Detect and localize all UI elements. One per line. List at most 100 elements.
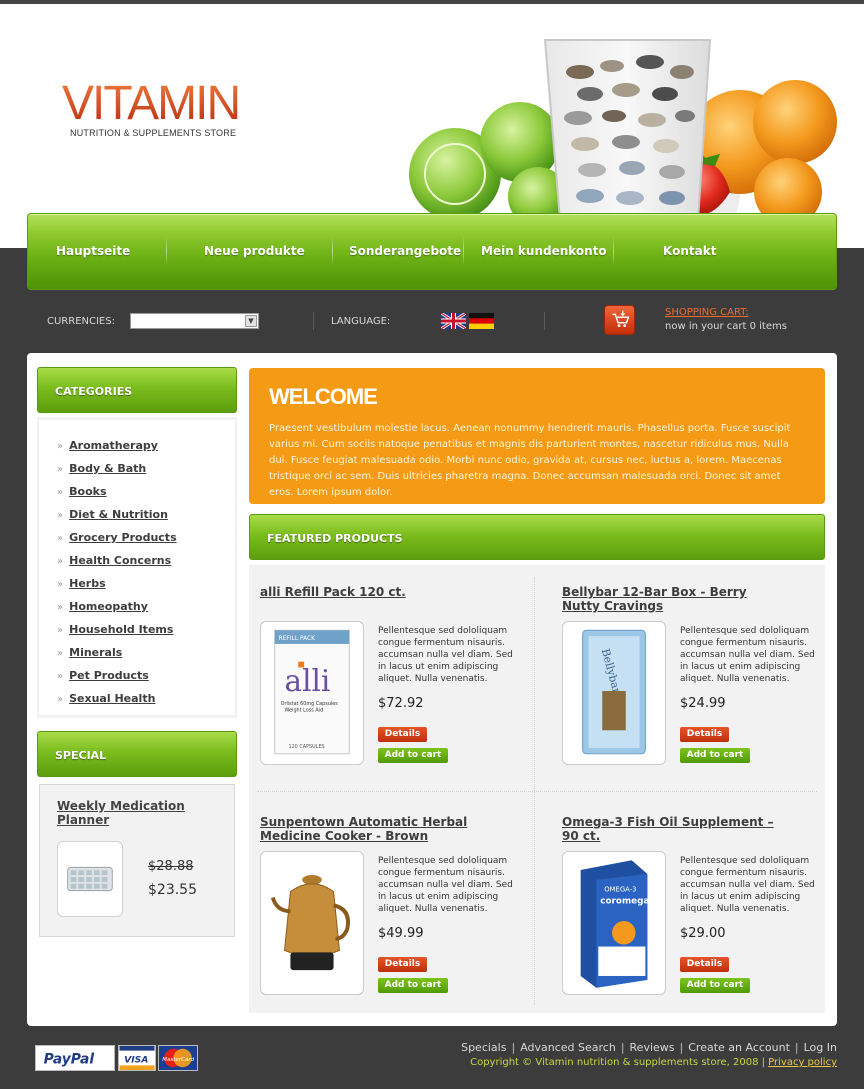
shopping-cart-button[interactable] <box>604 305 635 335</box>
main-navigation: Hauptseite Neue produkte Sonderangebote … <box>27 213 837 290</box>
product-price: $72.92 <box>378 696 424 711</box>
footer-separator: | <box>620 1041 625 1054</box>
logo-title: VITAMIN <box>62 77 241 130</box>
footer-link-reviews[interactable]: Reviews <box>630 1041 675 1054</box>
logo[interactable]: VITAMIN NUTRITION & SUPPLEMENTS STORE <box>62 77 241 139</box>
omega3-top-label: OMEGA-3 <box>604 886 636 894</box>
product-title[interactable]: Omega-3 Fish Oil Supplement – 90 ct. <box>562 815 782 843</box>
category-link-diet-nutrition[interactable]: Diet & Nutrition <box>69 508 168 521</box>
special-product-link[interactable]: Weekly Medication Planner <box>57 799 207 827</box>
nav-item-sonderangebote[interactable]: Sonderangebote <box>349 244 461 258</box>
bullet-icon: » <box>57 602 64 613</box>
german-flag-icon[interactable] <box>469 313 494 329</box>
details-button[interactable]: Details <box>680 957 729 972</box>
chevron-down-icon[interactable]: ▼ <box>245 315 257 327</box>
product-description: Pellentesque sed dololiquam congue ferme… <box>680 626 815 684</box>
category-item: » Books <box>57 485 107 499</box>
footer-link-log-in[interactable]: Log In <box>804 1041 837 1054</box>
alli-line2-label: Weight Loss Aid <box>285 708 324 714</box>
product-price: $24.99 <box>680 696 726 711</box>
product-price: $29.00 <box>680 926 726 941</box>
category-link-books[interactable]: Books <box>69 485 106 498</box>
shopping-cart-link[interactable]: SHOPPING CART: <box>665 307 749 318</box>
grid-divider <box>257 791 817 792</box>
category-link-homeopathy[interactable]: Homeopathy <box>69 600 148 613</box>
omega3-brand-label: coromega <box>600 896 649 906</box>
special-product-image[interactable] <box>57 841 123 917</box>
add-to-cart-button[interactable]: Add to cart <box>378 978 448 993</box>
product-title[interactable]: alli Refill Pack 120 ct. <box>260 585 480 599</box>
category-link-aromatherapy[interactable]: Aromatherapy <box>69 439 158 452</box>
footer-link-advanced-search[interactable]: Advanced Search <box>520 1041 616 1054</box>
footer-link-create-account[interactable]: Create an Account <box>688 1041 790 1054</box>
bullet-icon: » <box>57 487 64 498</box>
nav-item-mein-kundenkonto[interactable]: Mein kundenkonto <box>481 244 607 258</box>
details-button[interactable]: Details <box>378 727 427 742</box>
bellybar-image: Bellybar <box>582 629 646 755</box>
product-image[interactable]: REFILL PACK alli Orlistat 60mg Capsules … <box>260 621 364 765</box>
product-description: Pellentesque sed dololiquam congue ferme… <box>680 856 815 914</box>
bullet-icon: » <box>57 579 64 590</box>
product-image[interactable] <box>260 851 364 995</box>
add-to-cart-button[interactable]: Add to cart <box>680 748 750 763</box>
category-item: » Homeopathy <box>57 600 148 614</box>
bullet-icon: » <box>57 441 64 452</box>
product-price: $49.99 <box>378 926 424 941</box>
cart-icon <box>612 310 630 327</box>
nav-item-kontakt[interactable]: Kontakt <box>663 244 716 258</box>
alli-line1-label: Orlistat 60mg Capsules <box>281 701 339 707</box>
footer-separator: | <box>679 1041 684 1054</box>
category-item: » Grocery Products <box>57 531 177 545</box>
category-link-minerals[interactable]: Minerals <box>69 646 122 659</box>
category-link-pet-products[interactable]: Pet Products <box>69 669 149 682</box>
product-title[interactable]: Bellybar 12-Bar Box - Berry Nutty Cravin… <box>562 585 782 613</box>
categories-header: CATEGORIES <box>37 367 237 413</box>
category-item: » Minerals <box>57 646 122 660</box>
product-title[interactable]: Sunpentown Automatic Herbal Medicine Coo… <box>260 815 480 843</box>
bullet-icon: » <box>57 510 64 521</box>
special-header: SPECIAL <box>37 731 237 777</box>
category-item: » Body & Bath <box>57 462 146 476</box>
footer-separator: | <box>511 1041 516 1054</box>
nav-separator <box>463 236 464 266</box>
nav-item-hauptseite[interactable]: Hauptseite <box>56 244 130 258</box>
product-description: Pellentesque sed dololiquam congue ferme… <box>378 856 513 914</box>
toolbar-separator <box>313 312 314 330</box>
product-image[interactable]: OMEGA-3 coromega <box>562 851 666 995</box>
nav-separator <box>613 236 614 266</box>
product-image[interactable]: Bellybar <box>562 621 666 765</box>
category-link-sexual-health[interactable]: Sexual Health <box>69 692 155 705</box>
welcome-box: WELCOME Praesent vestibulum molestie lac… <box>249 368 825 504</box>
currency-select[interactable]: ▼ <box>130 313 259 329</box>
footer-separator: | <box>794 1041 799 1054</box>
add-to-cart-button[interactable]: Add to cart <box>378 748 448 763</box>
special-panel: Weekly Medication Planner $28.88 $23.55 <box>39 784 235 937</box>
footer-link-specials[interactable]: Specials <box>461 1041 506 1054</box>
category-link-health-concerns[interactable]: Health Concerns <box>69 554 171 567</box>
english-flag-icon[interactable] <box>441 313 466 329</box>
footer-links: Specials | Advanced Search | Reviews | Create … <box>461 1041 837 1054</box>
details-button[interactable]: Details <box>680 727 729 742</box>
bullet-icon: » <box>57 671 64 682</box>
visa-label: VISA <box>124 1055 148 1066</box>
omega3-box-image: OMEGA-3 coromega <box>580 860 649 988</box>
category-item: » Health Concerns <box>57 554 171 568</box>
category-link-herbs[interactable]: Herbs <box>69 577 106 590</box>
mastercard-logo: MasterCard <box>158 1045 198 1071</box>
category-link-grocery-products[interactable]: Grocery Products <box>69 531 177 544</box>
details-button[interactable]: Details <box>378 957 427 972</box>
alli-box-top-label: REFILL PACK <box>279 636 316 642</box>
bullet-icon: » <box>57 533 64 544</box>
category-link-household-items[interactable]: Household Items <box>69 623 173 636</box>
category-item: » Pet Products <box>57 669 149 683</box>
product-card: alli Refill Pack 120 ct. REFILL PACK all… <box>249 565 535 791</box>
add-to-cart-button[interactable]: Add to cart <box>680 978 750 993</box>
bullet-icon: » <box>57 625 64 636</box>
language-label: LANGUAGE: <box>331 316 391 327</box>
nav-item-neue-produkte[interactable]: Neue produkte <box>204 244 305 258</box>
categories-panel: » Aromatherapy » Body & Bath » Books » Diet … <box>37 417 237 718</box>
alli-box-image: REFILL PACK alli Orlistat 60mg Capsules … <box>274 629 350 755</box>
privacy-policy-link[interactable]: Privacy policy <box>768 1057 837 1068</box>
category-item: » Diet & Nutrition <box>57 508 168 522</box>
category-link-body-bath[interactable]: Body & Bath <box>69 462 146 475</box>
